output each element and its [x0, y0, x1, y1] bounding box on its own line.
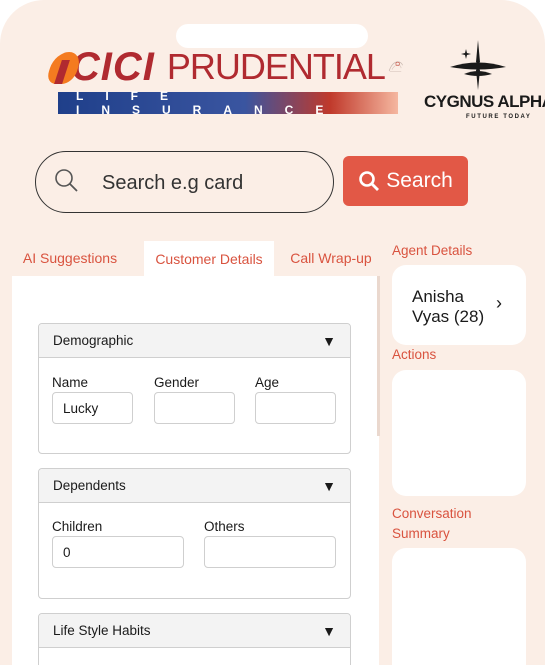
conversation-summary-label: Conversation Summary: [392, 506, 472, 541]
agent-card[interactable]: Anisha Vyas (28) ›: [392, 265, 526, 345]
dependents-header[interactable]: Dependents ▼: [39, 469, 350, 503]
search-icon: [55, 169, 78, 192]
search-button-label: Search: [386, 169, 453, 192]
tab-call-wrap-up[interactable]: Call Wrap-up: [286, 241, 376, 275]
panel-scrollbar[interactable]: [377, 276, 380, 436]
gender-label: Gender: [154, 375, 200, 390]
demographic-title: Demographic: [53, 333, 134, 348]
lifestyle-section: Life Style Habits ▼: [38, 613, 351, 665]
chevron-right-icon: ›: [496, 293, 502, 313]
demographic-section: Demographic ▼ Name Gender Age: [38, 323, 351, 454]
actions-label: Actions: [392, 347, 437, 362]
app-frame: ICICI PRUDENTIAL LIFE INSURANCE CYGNUS A…: [0, 0, 545, 665]
others-label: Others: [204, 519, 245, 534]
dependents-section: Dependents ▼ Children Others: [38, 468, 351, 599]
search-icon: [359, 171, 380, 191]
lifestyle-title: Life Style Habits: [53, 623, 151, 638]
children-label: Children: [52, 519, 103, 534]
actions-card: [392, 370, 526, 496]
cygnus-wordmark: CYGNUS ALPHA.: [424, 92, 545, 111]
cygnus-star-icon: [450, 40, 506, 90]
gender-field[interactable]: [154, 392, 235, 424]
tab-ai-suggestions[interactable]: AI Suggestions: [20, 241, 120, 275]
prudence-lady-icon: [388, 61, 403, 72]
age-field[interactable]: [255, 392, 336, 424]
prudential-wordmark: PRUDENTIAL: [166, 46, 386, 87]
agent-details-label: Agent Details: [392, 243, 473, 258]
name-field[interactable]: [52, 392, 133, 424]
search-field[interactable]: [35, 151, 334, 213]
search-button[interactable]: Search: [343, 156, 468, 206]
collapse-triangle-icon: ▼: [322, 332, 336, 349]
life-insurance-banner: LIFE INSURANCE: [58, 89, 398, 117]
agent-name: Anisha Vyas (28): [412, 287, 485, 326]
children-field[interactable]: [52, 536, 184, 568]
name-label: Name: [52, 375, 89, 390]
cygnus-alpha-logo: CYGNUS ALPHA. FUTURE TODAY: [420, 40, 545, 130]
others-field[interactable]: [204, 536, 336, 568]
conversation-summary-card: [392, 548, 526, 665]
collapse-triangle-icon: ▼: [322, 477, 336, 494]
age-label: Age: [255, 375, 280, 390]
lifestyle-header[interactable]: Life Style Habits ▼: [39, 614, 350, 648]
collapse-triangle-icon: ▼: [322, 622, 336, 639]
tab-customer-details[interactable]: Customer Details: [144, 241, 274, 277]
demographic-header[interactable]: Demographic ▼: [39, 324, 350, 358]
search-input[interactable]: [102, 166, 322, 200]
cygnus-tagline: FUTURE TODAY: [466, 114, 532, 120]
icici-mark-icon: [44, 48, 84, 86]
dependents-title: Dependents: [53, 478, 126, 493]
icici-prudential-logo: ICICI PRUDENTIAL LIFE INSURANCE: [44, 44, 404, 118]
